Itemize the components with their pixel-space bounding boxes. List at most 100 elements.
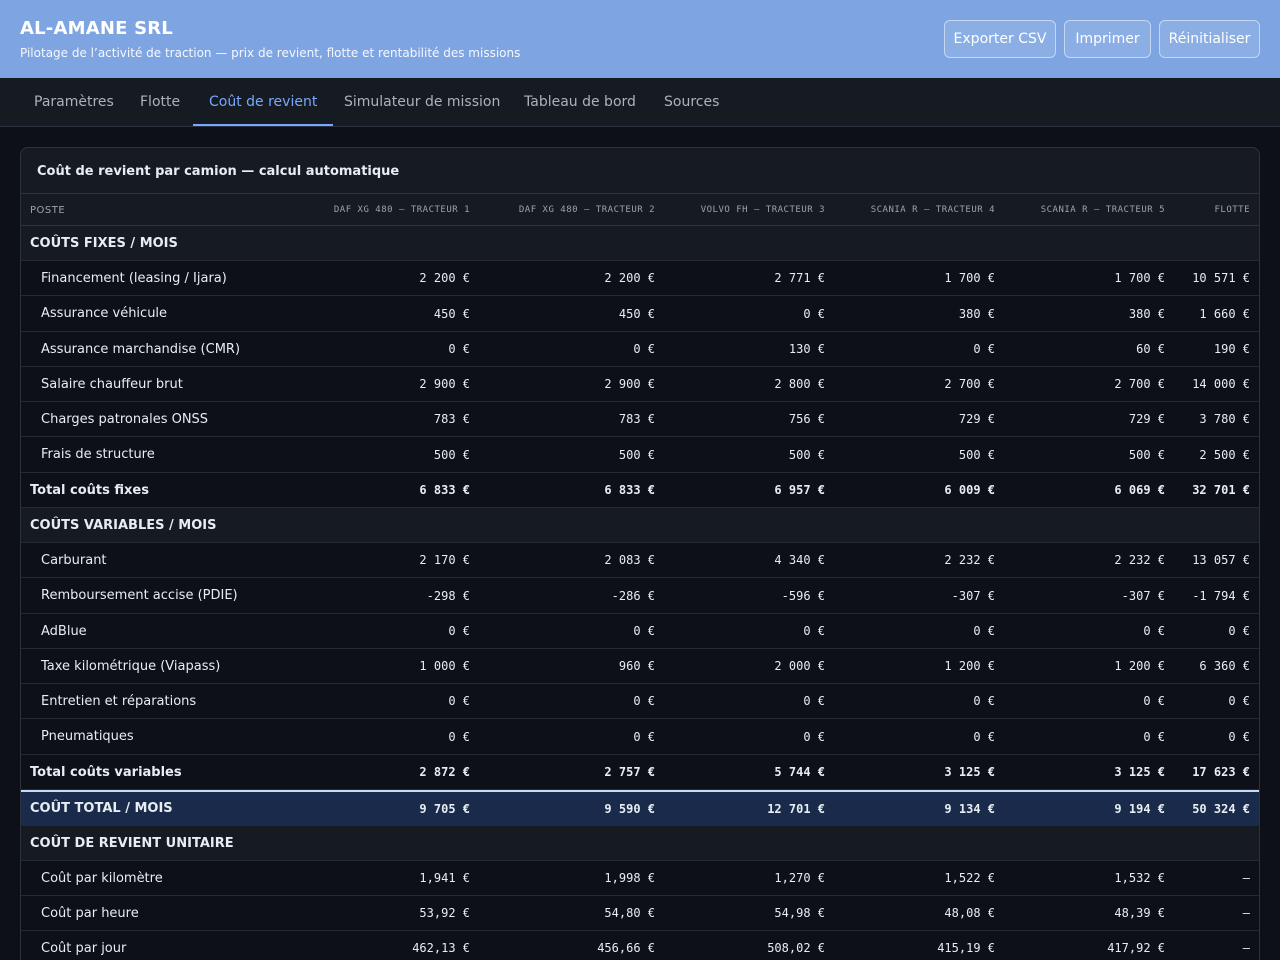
truck-value-cell: 0 € (803, 694, 825, 708)
table-row: Coût par kilomètre 1,941 € 1,998 € 1,270 € 1… (21, 861, 1259, 896)
column-header-poste: Poste (30, 205, 66, 216)
row-label: Pneumatiques (41, 729, 134, 744)
truck-value-cell: 5 744 € (774, 765, 825, 779)
tab-sources[interactable]: Sources (664, 78, 719, 126)
truck-value-cell: -596 € (781, 588, 825, 603)
truck-value-cell: 450 € (433, 306, 470, 321)
fleet-value-cell: 10 571 € (1192, 271, 1250, 285)
truck-value-cell: 53,92 € (419, 906, 470, 920)
truck-value-cell: 48,39 € (1114, 906, 1165, 920)
truck-value-cell: 415,19 € (937, 941, 995, 955)
truck-value-cell: 0 € (1143, 694, 1165, 708)
print-button[interactable]: Imprimer (1064, 20, 1151, 58)
row-label: Salaire chauffeur brut (41, 376, 183, 392)
table-row: Carburant 2 170 € 2 083 € 4 340 € 2 232 € 2 2… (21, 543, 1259, 578)
truck-value-cell: 2 083 € (604, 553, 655, 567)
column-header-tracteur-2: DAF XG 480 — Tracteur 2 (518, 205, 655, 215)
truck-value-cell: 0 € (448, 694, 470, 708)
fleet-value-cell: — (1242, 906, 1250, 920)
truck-value-cell: 6 009 € (944, 483, 995, 497)
truck-value-cell: 1 200 € (944, 659, 995, 673)
truck-value-cell: 2 232 € (1114, 553, 1165, 567)
truck-value-cell: 783 € (433, 412, 470, 426)
truck-value-cell: 1 200 € (1114, 659, 1165, 673)
truck-value-cell: 2 200 € (604, 271, 655, 285)
truck-value-cell: 508,02 € (767, 941, 825, 955)
truck-value-cell: 380 € (958, 306, 995, 321)
row-label: AdBlue (41, 623, 87, 639)
section-row: COÛTS VARIABLES / MOIS (21, 508, 1259, 543)
truck-value-cell: 2 771 € (774, 271, 825, 285)
total-row: Total coûts fixes 6 833 € 6 833 € 6 957 € 6 … (21, 473, 1259, 508)
row-label: Remboursement accise (PDIE) (41, 588, 238, 603)
tab-parametres[interactable]: Paramètres (34, 78, 114, 126)
truck-value-cell: 0 € (633, 624, 655, 638)
truck-value-cell: 2 700 € (1114, 377, 1165, 391)
row-label: Frais de structure (41, 447, 155, 462)
truck-value-cell: 0 € (633, 729, 655, 744)
truck-value-cell: 0 € (973, 342, 995, 356)
truck-value-cell: 462,13 € (412, 941, 470, 955)
fleet-value-cell: 190 € (1213, 342, 1250, 356)
fleet-value-cell: -1 794 € (1192, 588, 1250, 603)
column-header-tracteur-5: Scania R — Tracteur 5 (1040, 205, 1165, 215)
truck-value-cell: 0 € (803, 624, 825, 638)
truck-value-cell: 0 € (973, 624, 995, 638)
truck-value-cell: 3 125 € (1114, 765, 1165, 779)
truck-value-cell: 1 000 € (419, 659, 470, 673)
truck-value-cell: 456,66 € (597, 941, 655, 955)
company-name: AL-AMANE SRL (20, 18, 173, 39)
truck-value-cell: 60 € (1136, 342, 1165, 356)
truck-value-cell: 4 340 € (774, 553, 825, 567)
app-tagline: Pilotage de l’activité de traction — pri… (20, 46, 521, 60)
tab-cout-de-revient[interactable]: Coût de revient (193, 78, 334, 126)
truck-value-cell: 1 700 € (944, 271, 995, 285)
truck-value-cell: 500 € (618, 447, 655, 462)
fleet-value-cell: — (1242, 941, 1250, 955)
reset-button[interactable]: Réinitialiser (1159, 20, 1260, 58)
tab-bar: Paramètres Flotte Coût de revient Simula… (0, 78, 1280, 127)
table-header: Poste DAF XG 480 — Tracteur 1 DAF XG 480… (21, 193, 1259, 226)
row-label: Taxe kilométrique (Viapass) (41, 658, 221, 674)
fleet-value-cell: 32 701 € (1192, 483, 1250, 497)
table-row: Pneumatiques 0 € 0 € 0 € 0 € 0 € 0 € (21, 719, 1259, 755)
row-label: Entretien et réparations (41, 693, 197, 709)
truck-value-cell: 0 € (633, 342, 655, 356)
fleet-value-cell: 13 057 € (1192, 553, 1250, 567)
truck-value-cell: 0 € (803, 306, 825, 321)
truck-value-cell: 1,270 € (774, 871, 825, 885)
total-row: Total coûts variables 2 872 € 2 757 € 5 744… (21, 755, 1259, 790)
table-row: Coût par heure 53,92 € 54,80 € 54,98 € 48,08… (21, 896, 1259, 931)
truck-value-cell: 380 € (1128, 306, 1165, 321)
cost-card: Coût de revient par camion — calcul auto… (20, 147, 1260, 960)
table-row: Coût par jour 462,13 € 456,66 € 508,02 € 415… (21, 931, 1259, 960)
truck-value-cell: 6 833 € (419, 483, 470, 497)
export-csv-button[interactable]: Exporter CSV (944, 20, 1056, 58)
truck-value-cell: 729 € (1128, 412, 1165, 426)
truck-value-cell: 0 € (803, 729, 825, 744)
section-row: COÛTS FIXES / MOIS (21, 226, 1259, 261)
tab-simulateur[interactable]: Simulateur de mission (344, 78, 500, 126)
tab-flotte[interactable]: Flotte (140, 78, 180, 126)
row-label: Assurance marchandise (CMR) (41, 341, 241, 357)
truck-value-cell: 417,92 € (1107, 941, 1165, 955)
fleet-value-cell: 1 660 € (1199, 306, 1250, 321)
column-header-flotte: Flotte (1214, 205, 1250, 215)
column-header-tracteur-1: DAF XG 480 — Tracteur 1 (333, 205, 470, 215)
fleet-value-cell: 6 360 € (1199, 659, 1250, 673)
truck-value-cell: 0 € (448, 624, 470, 638)
truck-value-cell: 0 € (448, 342, 470, 356)
truck-value-cell: 1,532 € (1114, 871, 1165, 885)
truck-value-cell: 2 232 € (944, 553, 995, 567)
table-row: Entretien et réparations 0 € 0 € 0 € 0 € 0 € 0… (21, 684, 1259, 719)
truck-value-cell: 1,998 € (604, 871, 655, 885)
truck-value-cell: 756 € (788, 412, 825, 426)
row-label: COÛT TOTAL / MOIS (30, 801, 173, 816)
column-header-tracteur-3: Volvo FH — Tracteur 3 (700, 205, 825, 215)
row-label: Total coûts fixes (30, 482, 149, 498)
tab-tableau-de-bord[interactable]: Tableau de bord (524, 78, 636, 126)
truck-value-cell: 6 957 € (774, 483, 825, 497)
truck-value-cell: 500 € (1128, 447, 1165, 462)
table-row: Salaire chauffeur brut 2 900 € 2 900 € 2 80… (21, 367, 1259, 402)
truck-value-cell: 48,08 € (944, 906, 995, 920)
